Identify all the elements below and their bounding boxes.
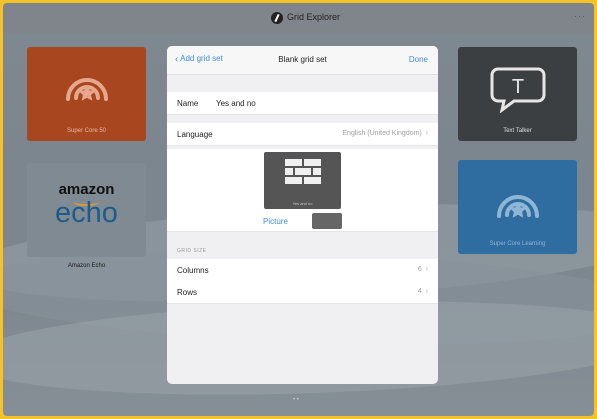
title-bar: Grid Explorer ··· xyxy=(3,3,594,33)
chevron-right-icon: › xyxy=(423,288,428,295)
name-label: Name xyxy=(177,99,199,108)
grid-set-tile-super-core-50[interactable]: Super Core 50 xyxy=(27,47,146,141)
super-core-logo-icon xyxy=(66,78,108,101)
dialog-navbar: ‹ Add grid set Blank grid set Done xyxy=(167,46,438,75)
dialog-title: Blank grid set xyxy=(278,55,327,64)
done-button[interactable]: Done xyxy=(409,55,428,64)
tile-label: Super Core Learning xyxy=(489,241,546,247)
rows-label: Rows xyxy=(177,288,198,297)
tile-label: Amazon Echo xyxy=(67,263,106,269)
app-title: Grid Explorer xyxy=(287,12,341,22)
brick-wall-icon xyxy=(285,159,321,184)
tile-label: Super Core 50 xyxy=(66,128,107,134)
blank-grid-set-dialog: ‹ Add grid set Blank grid set Done Name … xyxy=(167,46,438,384)
language-row[interactable]: Language English (United Kingdom) › xyxy=(167,123,438,146)
columns-label: Columns xyxy=(177,266,209,275)
chevron-right-icon: › xyxy=(423,266,428,273)
grid-set-tile-amazon-echo[interactable]: amazon echo Amazon Echo xyxy=(27,163,146,269)
rows-row[interactable]: Rows 4 › xyxy=(167,281,438,304)
name-row[interactable]: Name Yes and no xyxy=(167,92,438,115)
picture-section: Yes and no Picture xyxy=(167,149,438,232)
more-options-icon[interactable]: ··· xyxy=(574,11,586,21)
grid-set-picture-thumbnail[interactable]: Yes and no xyxy=(264,152,341,209)
grid-size-header: GRID SIZE xyxy=(177,248,207,254)
amazon-logo: amazon xyxy=(58,181,115,198)
columns-value: 6 › xyxy=(417,266,428,273)
name-field[interactable]: Yes and no xyxy=(216,99,256,108)
language-label: Language xyxy=(177,130,213,139)
echo-logo: echo xyxy=(55,197,118,229)
rows-value: 4 › xyxy=(417,288,428,295)
text-talker-glyph: T xyxy=(512,76,524,98)
tile-label: Text Talker xyxy=(503,128,532,134)
page-indicator: • • xyxy=(293,397,299,403)
chevron-right-icon: › xyxy=(423,130,428,137)
super-core-logo-icon xyxy=(497,195,539,218)
grid-set-tile-super-core-learning[interactable]: Super Core Learning xyxy=(458,160,577,254)
grid-set-tile-text-talker[interactable]: T Text Talker xyxy=(458,47,577,141)
picture-button[interactable]: Picture xyxy=(263,217,288,226)
columns-row[interactable]: Columns 6 › xyxy=(167,259,438,282)
speech-bubble-icon: T xyxy=(490,67,546,113)
picture-caption: Yes and no xyxy=(292,201,313,206)
app-window: Grid Explorer ··· Super Core 50 amazon e… xyxy=(3,3,594,416)
grid-explorer-logo-icon xyxy=(271,12,283,24)
picture-color-swatch[interactable] xyxy=(312,213,342,229)
language-value: English (United Kingdom) › xyxy=(342,130,428,137)
